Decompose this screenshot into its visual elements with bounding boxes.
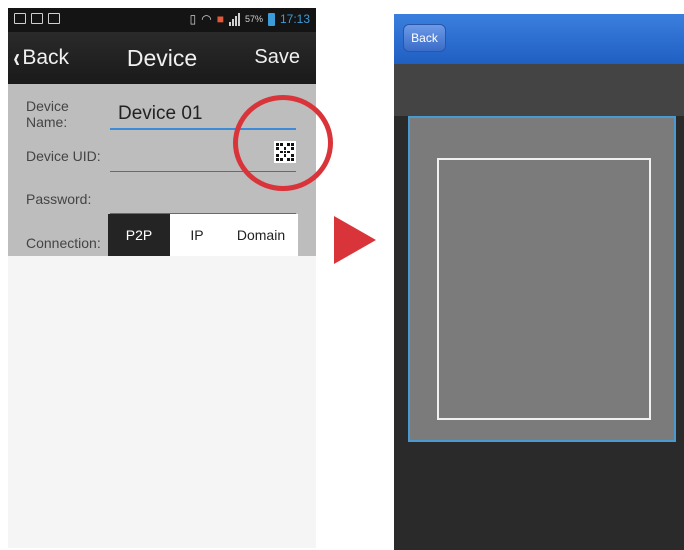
status-bar: ▯ ◠ ■ 57% 17:13	[8, 8, 316, 32]
scanner-top-band	[394, 64, 684, 116]
right-arrow-icon	[334, 216, 376, 264]
bag-notification-icon	[31, 13, 43, 24]
save-button[interactable]: Save	[254, 46, 300, 69]
vibrate-icon: ▯	[189, 12, 197, 26]
bag-notification-icon-2	[48, 13, 60, 24]
qr-scanner-screen: Back	[394, 14, 684, 550]
signal-icon	[228, 12, 240, 26]
connection-option-domain[interactable]: Domain	[224, 214, 298, 256]
highlight-circle	[233, 95, 333, 191]
battery-percent: 57%	[244, 14, 263, 24]
empty-content-area	[8, 256, 316, 548]
navigation-bar: ‹ Back Device Save	[8, 32, 316, 84]
camera-preview	[408, 116, 676, 442]
wifi-icon: ◠	[201, 12, 212, 26]
scanner-bottom-area	[394, 442, 684, 550]
device-uid-label: Device UID:	[26, 148, 101, 164]
connection-option-p2p[interactable]: P2P	[108, 214, 170, 256]
device-settings-screen: ▯ ◠ ■ 57% 17:13 ‹ Back Device Save Devic…	[8, 8, 316, 548]
connection-option-ip[interactable]: IP	[170, 214, 224, 256]
gallery-notification-icon	[14, 13, 26, 24]
scanner-header: Back	[394, 14, 684, 64]
notification-icons	[14, 13, 60, 24]
battery-icon	[267, 12, 275, 26]
clock: 17:13	[279, 12, 310, 26]
device-name-value: Device 01	[118, 103, 203, 124]
scanner-back-button[interactable]: Back	[403, 24, 446, 52]
scan-target-frame	[437, 158, 651, 420]
connection-label: Connection:	[26, 235, 101, 251]
device-name-label: Device Name:	[26, 98, 69, 130]
battery-saver-icon: ■	[216, 12, 224, 26]
connection-segmented-control: P2P IP Domain	[108, 214, 298, 256]
password-label: Password:	[26, 191, 92, 207]
